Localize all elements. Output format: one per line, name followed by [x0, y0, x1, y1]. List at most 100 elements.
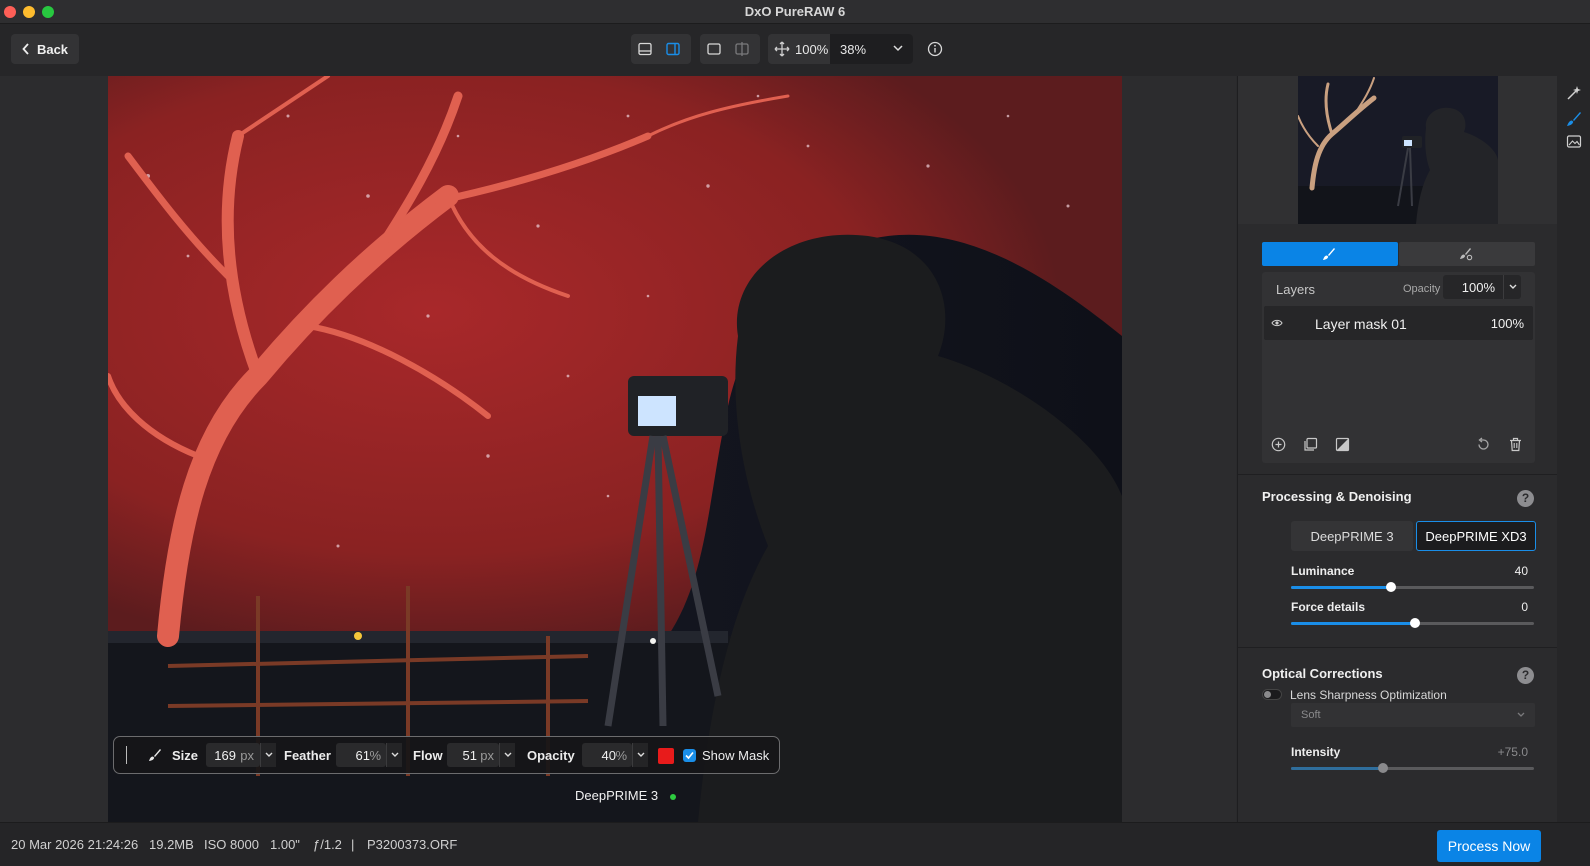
eye-icon[interactable] [1271, 317, 1283, 329]
back-label: Back [36, 41, 69, 57]
magic-wand-icon[interactable] [1566, 85, 1582, 101]
reset-icon[interactable] [1476, 437, 1491, 452]
chevron-down-icon [504, 752, 512, 757]
force-details-slider-knob[interactable] [1409, 618, 1420, 628]
chevron-down-icon [265, 752, 273, 757]
layer-opacity-dropdown[interactable] [1503, 275, 1521, 299]
chevron-down-icon [893, 45, 903, 52]
flow-input[interactable]: 51 px [447, 743, 499, 767]
feather-unit: % [369, 748, 381, 763]
toggle-knob [1264, 691, 1271, 698]
layers-panel: Layers Opacity 100% Layer mask 01 100% [1262, 272, 1535, 463]
add-layer-icon[interactable] [1271, 437, 1286, 452]
canvas-area: Size 169 px Feather 61 % Flow 51 px Opac… [0, 76, 1236, 822]
chevron-down-icon [637, 752, 645, 757]
compare-group [700, 34, 760, 64]
image-adjust-icon[interactable] [1566, 133, 1582, 149]
chevron-down-icon [1517, 712, 1525, 717]
toolbar-divider [126, 746, 127, 764]
size-dropdown[interactable] [260, 743, 276, 767]
flow-value: 51 [462, 748, 477, 763]
engine-option-deepprime-3[interactable]: DeepPRIME 3 [1291, 521, 1413, 551]
processing-title: Processing & Denoising [1262, 489, 1412, 504]
mask-mode-tabs [1262, 242, 1535, 266]
show-mask-label[interactable]: Show Mask [702, 748, 769, 763]
photo-preview[interactable] [108, 76, 1122, 822]
tool-rail [1557, 76, 1590, 822]
layer-row[interactable]: Layer mask 01 100% [1264, 306, 1533, 340]
feather-dropdown[interactable] [386, 743, 402, 767]
engine-status-dot [669, 793, 676, 800]
window-title: DxO PureRAW 6 [744, 4, 846, 19]
local-adjust-brush-icon[interactable] [1566, 111, 1582, 127]
lens-sharpness-toggle[interactable] [1262, 689, 1282, 700]
luminance-label: Luminance [1291, 564, 1355, 578]
status-bar: 20 Mar 2026 21:24:26 19.2MB ISO 8000 1.0… [0, 822, 1590, 866]
lens-sharpness-label: Lens Sharpness Optimization [1290, 688, 1447, 702]
thumbnail-image [1298, 76, 1498, 224]
luminance-slider[interactable] [1291, 582, 1534, 592]
opacity-value: 40 [601, 748, 616, 763]
chevron-left-icon [22, 43, 29, 55]
mask-color-swatch[interactable] [658, 748, 674, 764]
intensity-slider-fill [1291, 767, 1384, 770]
aperture: ƒ/1.2 [313, 837, 342, 852]
layers-header: Layers [1276, 282, 1316, 297]
engine-label: DeepPRIME 3 [575, 788, 659, 803]
trash-icon[interactable] [1508, 437, 1523, 452]
side-panel-view-icon[interactable] [665, 41, 681, 57]
flow-label: Flow [413, 748, 443, 763]
intensity-slider[interactable] [1291, 763, 1534, 773]
title-bar: DxO PureRAW 6 [0, 0, 1590, 24]
size-label: Size [172, 748, 199, 763]
intensity-label: Intensity [1291, 745, 1341, 759]
sharpness-preset-select[interactable]: Soft [1291, 703, 1535, 727]
checkmark-icon [685, 751, 694, 760]
optical-help-icon[interactable]: ? [1517, 667, 1534, 684]
pan-move-icon[interactable] [774, 41, 790, 57]
opacity-input[interactable]: 40 % [582, 743, 632, 767]
back-button[interactable]: Back [11, 34, 79, 64]
engine-option-deepprime-xd3[interactable]: DeepPRIME XD3 [1416, 521, 1536, 551]
duplicate-layer-icon[interactable] [1303, 437, 1318, 452]
feather-value: 61 [355, 748, 370, 763]
brush-icon[interactable] [148, 748, 162, 762]
opacity-label: Opacity [527, 748, 575, 763]
size-value: 169 [214, 748, 236, 763]
zoom-100-button[interactable]: 100% [795, 42, 828, 57]
size-unit: px [240, 748, 254, 763]
processing-help-icon[interactable]: ? [1517, 490, 1534, 507]
feather-input[interactable]: 61 % [336, 743, 386, 767]
luminance-slider-knob[interactable] [1385, 582, 1396, 592]
zoom-level-select[interactable]: 38% [830, 34, 913, 64]
force-details-label: Force details [1291, 600, 1366, 614]
invert-mask-icon[interactable] [1335, 437, 1350, 452]
luminance-slider-fill [1291, 586, 1391, 589]
size-input[interactable]: 169 px [206, 743, 260, 767]
zoom-control: 100% 38% [768, 34, 913, 64]
auto-brush-icon [1460, 248, 1473, 261]
info-icon[interactable] [927, 41, 943, 57]
navigator-thumbnail[interactable] [1298, 76, 1498, 224]
intensity-slider-knob[interactable] [1378, 763, 1389, 773]
force-details-value: 0 [1521, 600, 1528, 614]
tab-auto-mask[interactable] [1399, 242, 1535, 266]
divider [1238, 647, 1558, 648]
opacity-unit: % [615, 748, 627, 763]
frame-view-icon[interactable] [706, 41, 722, 57]
layer-opacity-select[interactable]: 100% [1443, 275, 1521, 299]
right-panel: Layers Opacity 100% Layer mask 01 100% P… [1237, 76, 1558, 822]
status-separator: | [351, 837, 355, 852]
process-now-button[interactable]: Process Now [1437, 830, 1541, 862]
opacity-dropdown[interactable] [632, 743, 648, 767]
split-compare-icon[interactable] [734, 41, 750, 57]
divider [1238, 474, 1558, 475]
photo-image [108, 76, 1122, 822]
tab-brush[interactable] [1262, 242, 1398, 266]
show-mask-checkbox[interactable] [683, 749, 696, 762]
single-view-icon[interactable] [637, 41, 653, 57]
flow-unit: px [480, 748, 494, 763]
force-details-slider[interactable] [1291, 618, 1534, 628]
top-toolbar: Back 100% 38% [0, 24, 1590, 76]
flow-dropdown[interactable] [499, 743, 515, 767]
